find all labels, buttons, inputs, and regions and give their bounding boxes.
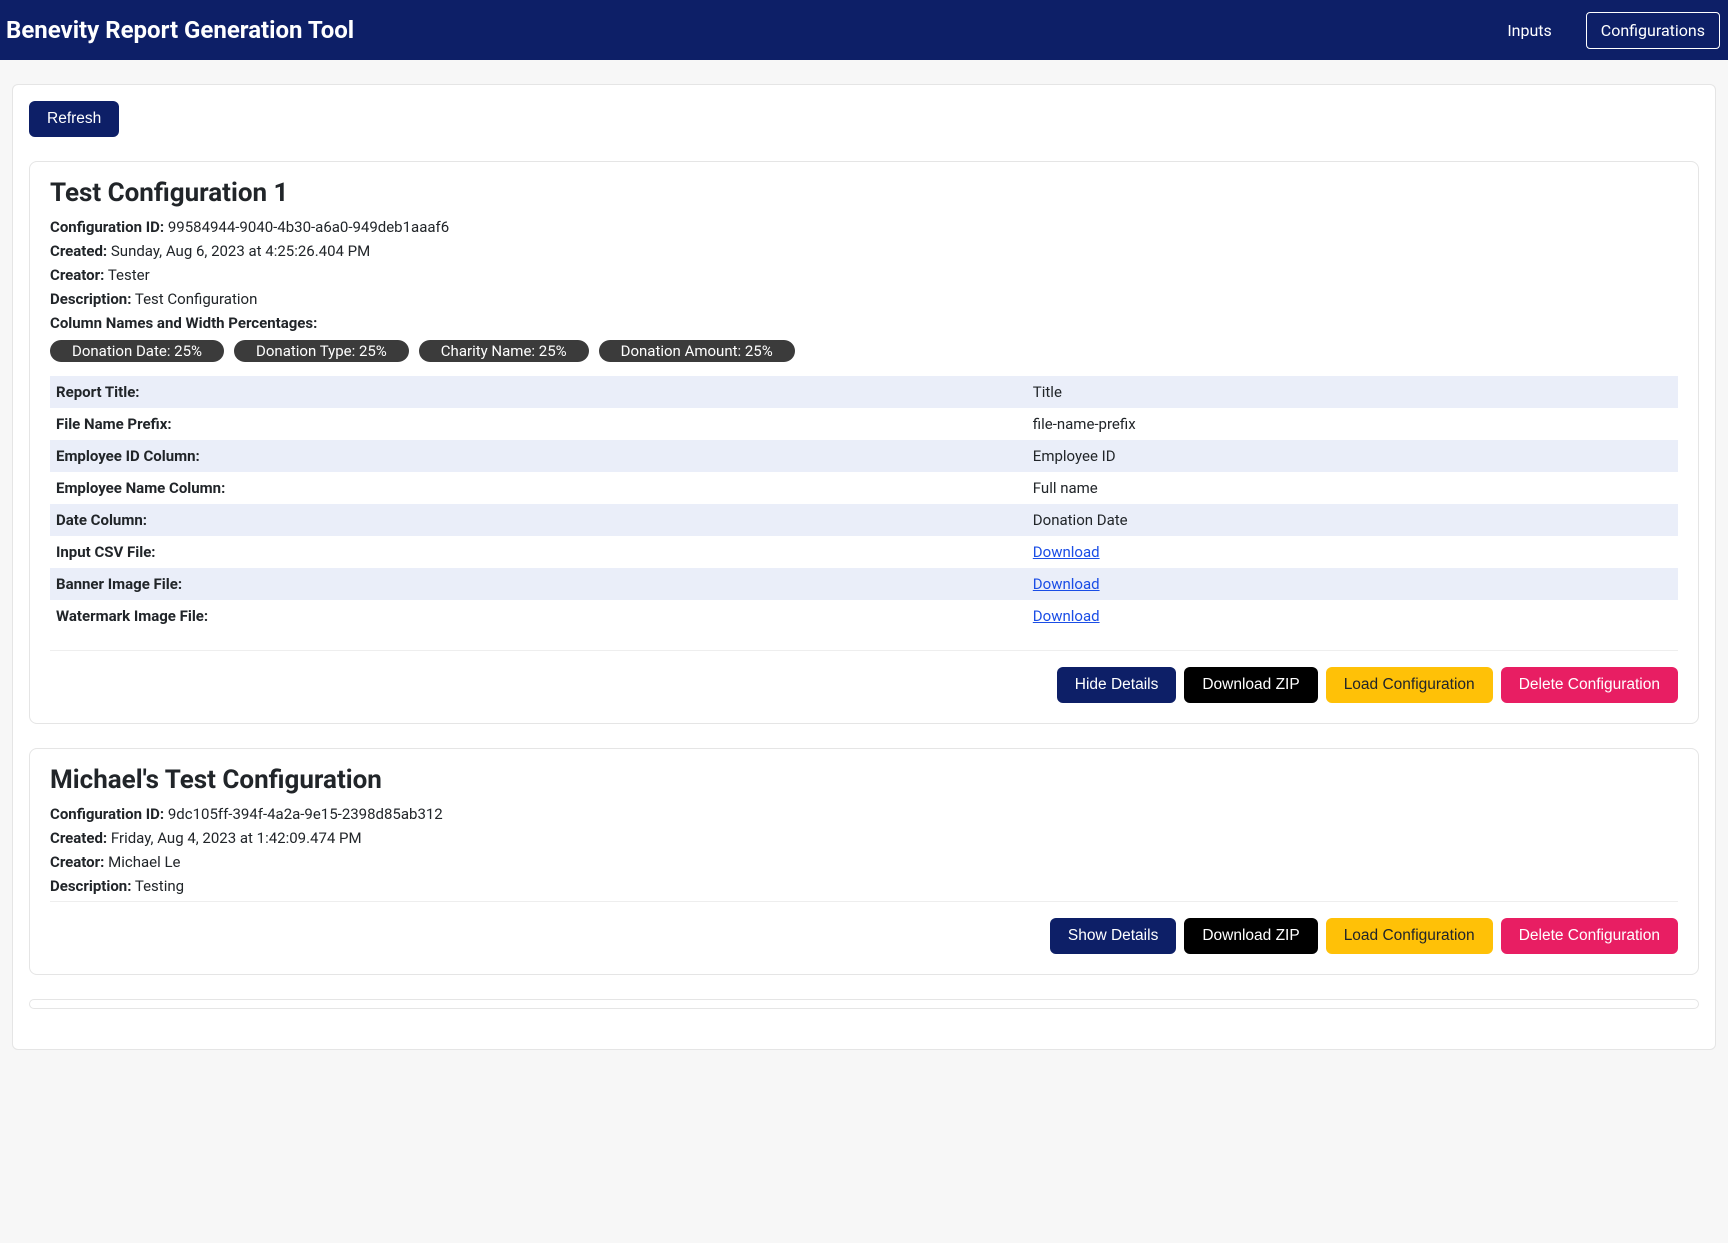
detail-value: Title — [1027, 376, 1678, 408]
detail-label: Date Column: — [50, 504, 1027, 536]
detail-label: Employee ID Column: — [50, 440, 1027, 472]
detail-value: file-name-prefix — [1027, 408, 1678, 440]
column-pill: Donation Amount: 25% — [599, 340, 795, 362]
download-link-banner[interactable]: Download — [1033, 575, 1100, 593]
detail-value: Full name — [1027, 472, 1678, 504]
table-row: Employee ID Column: Employee ID — [50, 440, 1678, 472]
config-id-label: Configuration ID: — [50, 218, 164, 236]
card-actions: Hide Details Download ZIP Load Configura… — [50, 650, 1678, 703]
table-row: Watermark Image File: Download — [50, 600, 1678, 632]
load-config-button[interactable]: Load Configuration — [1326, 918, 1493, 954]
columns-heading: Column Names and Width Percentages: — [50, 314, 1678, 332]
created-label: Created: — [50, 242, 107, 260]
creator-label: Creator: — [50, 853, 104, 871]
download-link-watermark[interactable]: Download — [1033, 607, 1100, 625]
delete-config-button[interactable]: Delete Configuration — [1501, 667, 1678, 703]
detail-label: Employee Name Column: — [50, 472, 1027, 504]
description-value: Testing — [135, 877, 184, 895]
app-title: Benevity Report Generation Tool — [6, 16, 354, 44]
column-pill: Donation Date: 25% — [50, 340, 224, 362]
creator-value: Michael Le — [108, 853, 180, 871]
detail-label: Banner Image File: — [50, 568, 1027, 600]
config-card — [29, 999, 1699, 1009]
table-row: Banner Image File: Download — [50, 568, 1678, 600]
detail-area: Column Names and Width Percentages: Dona… — [50, 314, 1678, 632]
page-body: Refresh Test Configuration 1 Configurati… — [0, 60, 1728, 1098]
description-value: Test Configuration — [135, 290, 258, 308]
description-line: Description: Test Configuration — [50, 290, 1678, 308]
config-id-line: Configuration ID: 9dc105ff-394f-4a2a-9e1… — [50, 805, 1678, 823]
table-row: Date Column: Donation Date — [50, 504, 1678, 536]
table-row: Input CSV File: Download — [50, 536, 1678, 568]
navbar: Benevity Report Generation Tool Inputs C… — [0, 0, 1728, 60]
show-details-button[interactable]: Show Details — [1050, 918, 1176, 954]
detail-label: Report Title: — [50, 376, 1027, 408]
card-actions: Show Details Download ZIP Load Configura… — [50, 901, 1678, 954]
detail-value: Donation Date — [1027, 504, 1678, 536]
config-id-line: Configuration ID: 99584944-9040-4b30-a6a… — [50, 218, 1678, 236]
config-list-panel: Refresh Test Configuration 1 Configurati… — [12, 84, 1716, 1050]
nav-right: Inputs Configurations — [1493, 12, 1720, 49]
created-value: Sunday, Aug 6, 2023 at 4:25:26.404 PM — [111, 242, 370, 260]
description-label: Description: — [50, 290, 131, 308]
config-detail-table: Report Title: Title File Name Prefix: fi… — [50, 376, 1678, 632]
config-title: Test Configuration 1 — [50, 178, 1678, 208]
table-row: Report Title: Title — [50, 376, 1678, 408]
config-id-value: 99584944-9040-4b30-a6a0-949deb1aaaf6 — [168, 218, 449, 236]
table-row: Employee Name Column: Full name — [50, 472, 1678, 504]
config-title: Michael's Test Configuration — [50, 765, 1678, 795]
config-card: Test Configuration 1 Configuration ID: 9… — [29, 161, 1699, 724]
detail-value: Employee ID — [1027, 440, 1678, 472]
hide-details-button[interactable]: Hide Details — [1057, 667, 1177, 703]
config-id-label: Configuration ID: — [50, 805, 164, 823]
detail-label: Input CSV File: — [50, 536, 1027, 568]
delete-config-button[interactable]: Delete Configuration — [1501, 918, 1678, 954]
table-row: File Name Prefix: file-name-prefix — [50, 408, 1678, 440]
load-config-button[interactable]: Load Configuration — [1326, 667, 1493, 703]
download-zip-button[interactable]: Download ZIP — [1184, 918, 1317, 954]
description-line: Description: Testing — [50, 877, 1678, 895]
created-label: Created: — [50, 829, 107, 847]
created-line: Created: Sunday, Aug 6, 2023 at 4:25:26.… — [50, 242, 1678, 260]
refresh-row: Refresh — [29, 101, 1699, 137]
detail-label: Watermark Image File: — [50, 600, 1027, 632]
creator-line: Creator: Michael Le — [50, 853, 1678, 871]
nav-link-inputs[interactable]: Inputs — [1493, 13, 1565, 48]
column-pill-row: Donation Date: 25% Donation Type: 25% Ch… — [50, 340, 1678, 362]
config-id-value: 9dc105ff-394f-4a2a-9e15-2398d85ab312 — [168, 805, 443, 823]
column-pill: Charity Name: 25% — [419, 340, 589, 362]
download-link-csv[interactable]: Download — [1033, 543, 1100, 561]
creator-label: Creator: — [50, 266, 104, 284]
creator-line: Creator: Tester — [50, 266, 1678, 284]
download-zip-button[interactable]: Download ZIP — [1184, 667, 1317, 703]
creator-value: Tester — [108, 266, 150, 284]
config-card: Michael's Test Configuration Configurati… — [29, 748, 1699, 975]
description-label: Description: — [50, 877, 131, 895]
detail-label: File Name Prefix: — [50, 408, 1027, 440]
column-pill: Donation Type: 25% — [234, 340, 409, 362]
created-line: Created: Friday, Aug 4, 2023 at 1:42:09.… — [50, 829, 1678, 847]
created-value: Friday, Aug 4, 2023 at 1:42:09.474 PM — [111, 829, 362, 847]
refresh-button[interactable]: Refresh — [29, 101, 119, 137]
nav-link-configurations[interactable]: Configurations — [1586, 12, 1720, 49]
